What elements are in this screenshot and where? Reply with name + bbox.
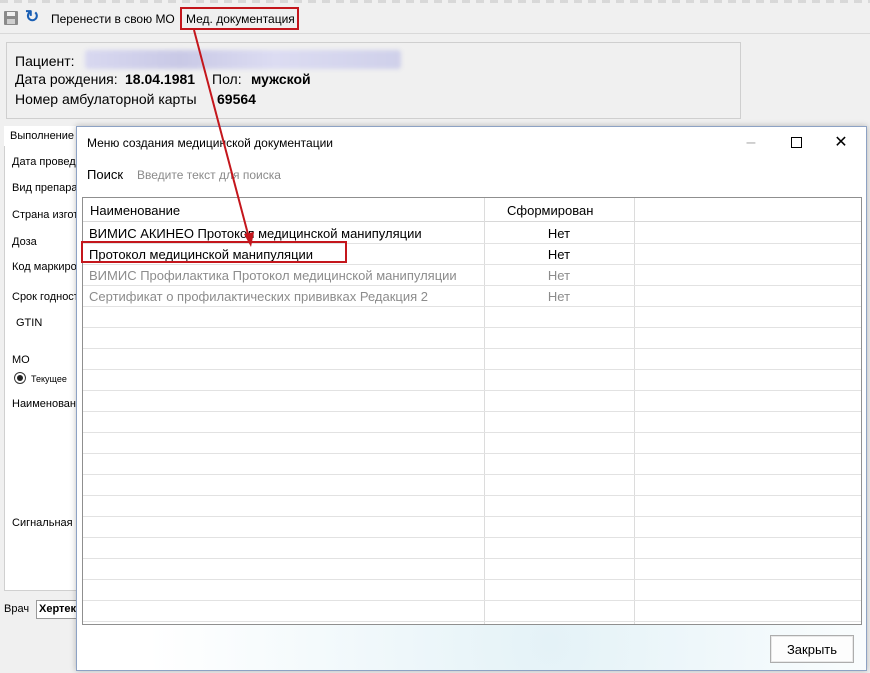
form-field-label: Наименован	[12, 398, 76, 410]
card-number-value: 69564	[217, 91, 256, 107]
empty-row	[83, 412, 861, 433]
column-header-name[interactable]: Наименование	[90, 203, 180, 218]
empty-row	[83, 559, 861, 580]
row-status: Нет	[547, 247, 571, 262]
form-field-label: Срок годност	[12, 291, 79, 303]
row-name: Сертификат о профилактических прививках …	[89, 289, 429, 304]
sex-value: мужской	[251, 71, 311, 87]
table-row: Сертификат о профилактических прививках …	[83, 286, 861, 307]
form-field-label: Код маркиро	[12, 261, 77, 273]
empty-row	[83, 475, 861, 496]
empty-row	[83, 370, 861, 391]
table-header: Наименование Сформирован	[83, 198, 861, 222]
empty-row	[83, 349, 861, 370]
row-status: Нет	[547, 268, 571, 283]
row-status: Нет	[547, 289, 571, 304]
row-name: ВИМИС АКИНЕО Протокол медицинской манипу…	[89, 226, 422, 241]
empty-row	[83, 538, 861, 559]
empty-row	[83, 454, 861, 475]
patient-name-label: Пациент:	[15, 53, 75, 69]
form-field-label: Сигнальная и	[12, 517, 82, 529]
empty-row	[83, 391, 861, 412]
transfer-to-mo-button[interactable]: Перенести в свою МО	[51, 10, 175, 28]
column-header-status[interactable]: Сформирован	[507, 203, 593, 218]
mo-current-radio[interactable]	[14, 372, 26, 384]
mo-current-label: Текущее	[31, 374, 67, 384]
dob-label: Дата рождения:	[15, 71, 118, 87]
doctor-label: Врач	[4, 603, 30, 615]
empty-row	[83, 580, 861, 601]
minimize-icon[interactable]: –	[731, 131, 771, 155]
form-field-label: Дата провед	[12, 156, 76, 168]
form-field-label: Вид препара	[12, 182, 78, 194]
search-label: Поиск	[87, 167, 124, 182]
tab-execution[interactable]: Выполнение	[4, 126, 82, 146]
empty-row	[83, 307, 861, 328]
empty-row	[83, 328, 861, 349]
toolbar-top-edge	[0, 0, 870, 3]
close-icon[interactable]: ✕	[821, 131, 861, 155]
empty-row	[83, 496, 861, 517]
form-field-label: GTIN	[16, 317, 43, 329]
highlight-protocol-row	[81, 241, 347, 263]
refresh-icon[interactable]: ↻	[25, 8, 39, 26]
dob-value: 18.04.1981	[125, 71, 196, 87]
patient-panel: Пациент: Дата рождения: 18.04.1981 Пол: …	[6, 42, 741, 119]
dialog-title: Меню создания медицинской документации	[87, 136, 333, 150]
search-input[interactable]	[137, 165, 859, 184]
sex-label: Пол:	[212, 71, 242, 87]
patient-name-redacted	[85, 50, 401, 69]
med-doc-dialog: Меню создания медицинской документации –…	[76, 126, 867, 671]
highlight-med-doc	[180, 7, 299, 30]
save-icon[interactable]	[4, 11, 18, 25]
empty-row	[83, 433, 861, 454]
empty-row	[83, 601, 861, 622]
maximize-icon[interactable]	[791, 137, 802, 148]
card-number-label: Номер амбулаторной карты	[15, 91, 197, 107]
row-name: ВИМИС Профилактика Протокол медицинской …	[89, 268, 457, 283]
empty-row	[83, 517, 861, 538]
close-button[interactable]: Закрыть	[770, 635, 854, 663]
form-field-label: Доза	[12, 236, 37, 248]
form-field-label: Страна изгот	[12, 209, 79, 221]
table-row: ВИМИС Профилактика Протокол медицинской …	[83, 265, 861, 286]
row-status: Нет	[547, 226, 571, 241]
toolbar: ↻ Перенести в свою МО Мед. документация	[0, 0, 870, 34]
form-field-label: МО	[12, 354, 30, 366]
